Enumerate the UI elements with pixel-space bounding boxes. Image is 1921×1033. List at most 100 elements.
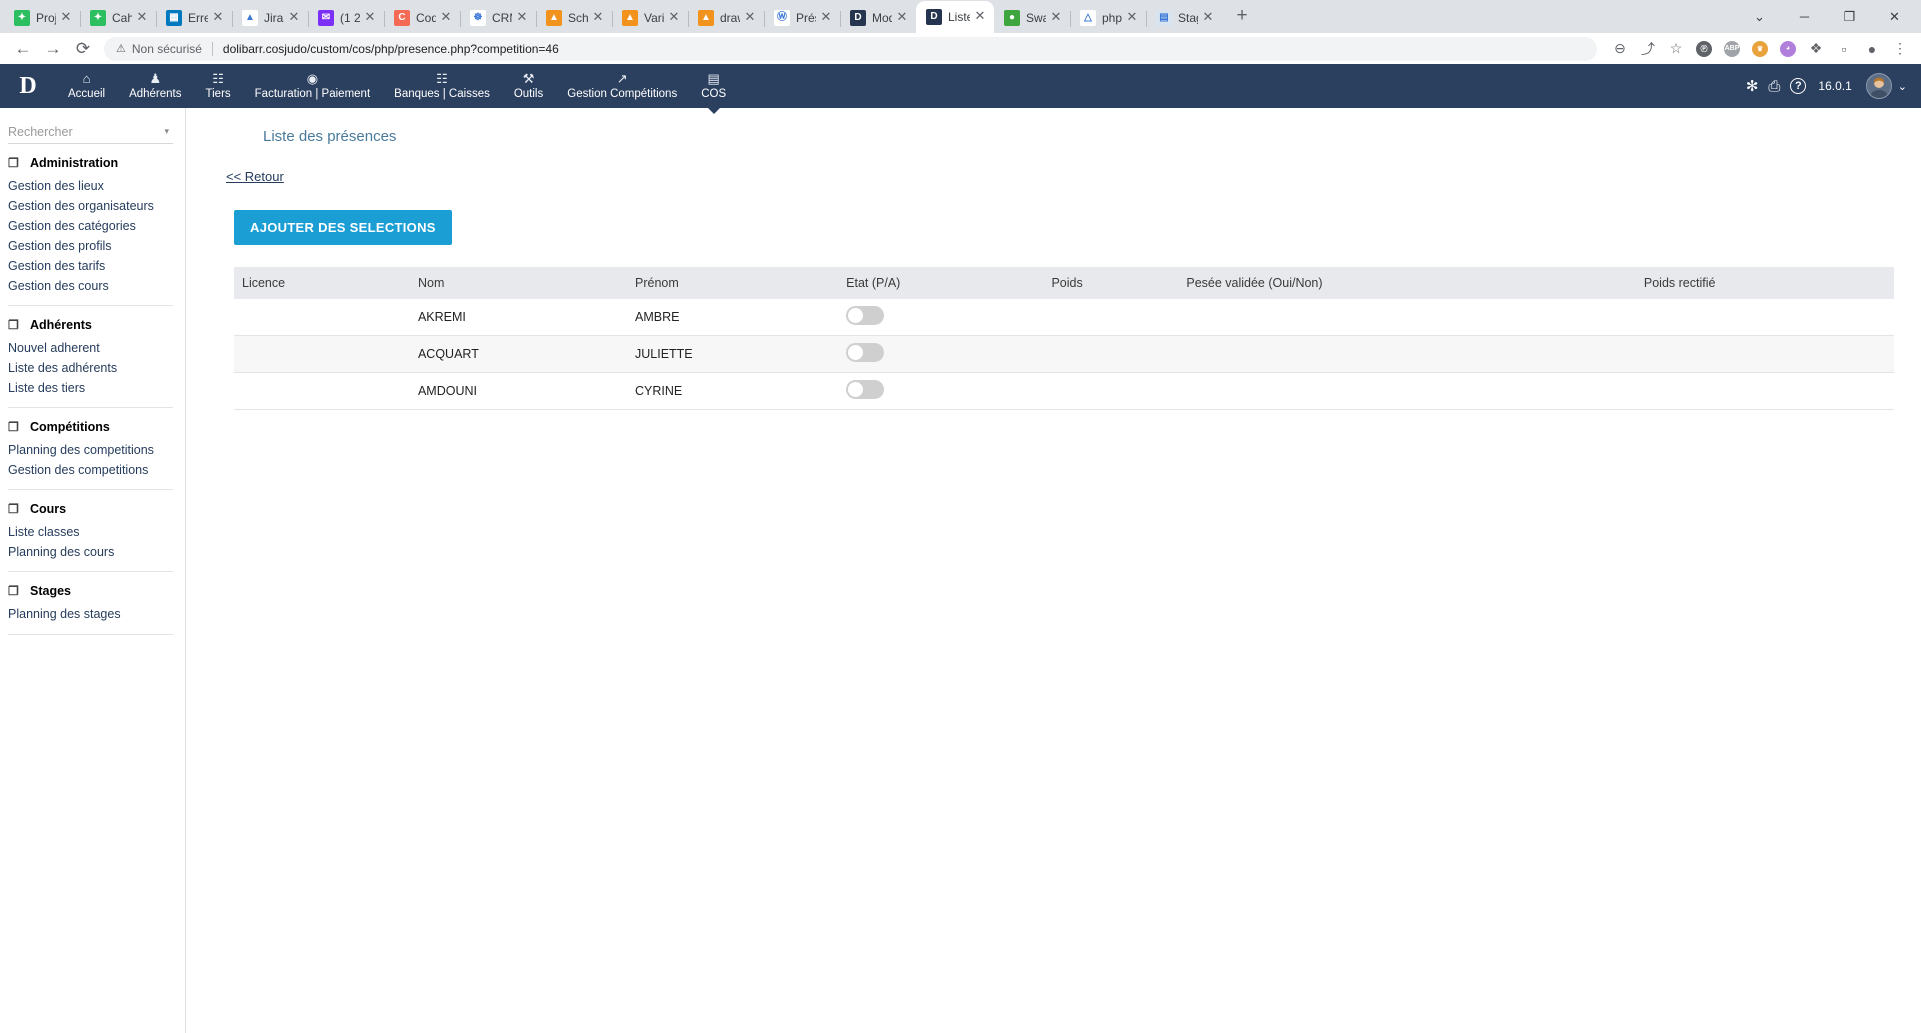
dolibarr-logo-icon[interactable]: D [0,64,56,108]
browser-tab[interactable]: ▲ Variable✕ [612,3,688,33]
close-tab-icon[interactable]: ✕ [818,10,834,26]
browser-tab[interactable]: ▤ Stages✕ [1146,3,1222,33]
browser-tab[interactable]: ▦ Erreur ✕ [156,3,232,33]
adblock-extension-icon[interactable]: ABP [1719,36,1745,62]
sidebar-item-gestion-des-competitions[interactable]: Gestion des competitions [8,460,173,480]
presence-toggle[interactable] [846,380,885,399]
color-extension-icon[interactable]: ◕ [1775,36,1801,62]
topnav-item-facturation-paiement[interactable]: ◉ Facturation | Paiement [243,64,383,108]
search-dropdown-chevron-down-icon[interactable]: ▾ [164,126,173,137]
close-tab-icon[interactable]: ✕ [1124,10,1140,26]
close-tab-icon[interactable]: ✕ [58,10,74,26]
close-tab-icon[interactable]: ✕ [666,10,682,26]
presence-toggle[interactable] [846,306,885,325]
close-tab-icon[interactable]: ✕ [590,10,606,26]
new-tab-button[interactable]: + [1228,3,1256,31]
close-tab-icon[interactable]: ✕ [1200,10,1216,26]
table-header: Licence Nom Prénom Etat (P/A) Poids Pesée val… [234,267,1894,299]
close-tab-icon[interactable]: ✕ [1048,10,1064,26]
sidebar-item-planning-des-competitions[interactable]: Planning des competitions [8,440,173,460]
back-button[interactable]: ← [8,34,38,64]
forward-button[interactable]: → [38,34,68,64]
sidebar-item-liste-des-tiers[interactable]: Liste des tiers [8,378,173,398]
topnav-item-banques-caisses[interactable]: ☷ Banques | Caisses [382,64,502,108]
address-bar[interactable]: ⚠ Non sécurisé dolibarr.cosjudo/custom/c… [104,36,1597,61]
browser-tab[interactable]: ▲ Schéma✕ [536,3,612,33]
topnav-item-outils[interactable]: ⚒ Outils [502,64,555,108]
sidebar-group-header[interactable]: ❐ Administration [8,153,173,176]
close-tab-icon[interactable]: ✕ [286,10,302,26]
presence-toggle[interactable] [846,343,885,362]
minimize-button[interactable]: ─ [1782,0,1827,33]
browser-tab[interactable]: △ php - G✕ [1070,3,1146,33]
close-tab-icon[interactable]: ✕ [514,10,530,26]
chrome-menu-icon[interactable]: ⋮ [1887,36,1913,62]
pinterest-extension-icon[interactable]: Ⓟ [1691,36,1717,62]
maximize-button[interactable]: ❐ [1827,0,1872,33]
close-tab-icon[interactable]: ✕ [894,10,910,26]
presence-table: Licence Nom Prénom Etat (P/A) Poids Pesée val… [234,267,1894,410]
toggle-knob [848,308,864,323]
topnav-item-accueil[interactable]: ⌂ Accueil [56,64,117,108]
sidebar-group-title: Stages [30,584,71,598]
close-tab-icon[interactable]: ✕ [972,9,988,25]
profile-avatar-icon[interactable]: ● [1859,36,1885,62]
browser-tab[interactable]: ▲ draw.io✕ [688,3,764,33]
sidebar-item-gestion-des-profils[interactable]: Gestion des profils [8,236,173,256]
close-tab-icon[interactable]: ✕ [210,10,226,26]
topnav-item-adherents[interactable]: ♟ Adhérents [117,64,193,108]
sidepanel-icon[interactable]: ▫ [1831,36,1857,62]
sidebar-group-header[interactable]: ❐ Adhérents [8,315,173,338]
tab-search-button[interactable]: ⌄ [1737,0,1782,33]
sidebar-item-gestion-des-tarifs[interactable]: Gestion des tarifs [8,256,173,276]
browser-tab[interactable]: Ⓦ Présent✕ [764,3,840,33]
sidebar-item-gestion-des-cours[interactable]: Gestion des cours [8,276,173,296]
share-icon[interactable]: ⤴ [1635,36,1661,62]
user-menu-chevron-down-icon[interactable]: ⌄ [1898,80,1907,93]
user-avatar[interactable] [1865,73,1892,99]
close-window-button[interactable]: ✕ [1872,0,1917,33]
sidebar-search-box[interactable]: Rechercher ▾ [8,120,173,144]
extensions-puzzle-icon[interactable]: ❖ [1803,36,1829,62]
zoom-out-icon[interactable]: ⊖ [1607,36,1633,62]
drawio-icon: ▲ [546,10,562,26]
reload-button[interactable]: ⟳ [68,34,98,64]
sidebar-item-gestion-des-lieux[interactable]: Gestion des lieux [8,176,173,196]
topnav-item-tiers[interactable]: ☷ Tiers [194,64,243,108]
sidebar-item-gestion-des-cat-gories[interactable]: Gestion des catégories [8,216,173,236]
browser-tab[interactable]: C Coda | ✕ [384,3,460,33]
sidebar-group-header[interactable]: ❐ Stages [8,581,173,604]
browser-tab[interactable]: ● Swagge✕ [994,3,1070,33]
browser-tab[interactable]: D Module✕ [840,3,916,33]
honey-extension-icon[interactable]: ♛ [1747,36,1773,62]
add-selections-button[interactable]: AJOUTER DES SELECTIONS [234,210,452,245]
sidebar-item-planning-des-cours[interactable]: Planning des cours [8,542,173,562]
close-tab-icon[interactable]: ✕ [742,10,758,26]
sidebar-item-liste-classes[interactable]: Liste classes [8,522,173,542]
sidebar-group-header[interactable]: ❐ Cours [8,499,173,522]
help-icon[interactable]: ? [1790,78,1807,94]
sidebar-item-gestion-des-organisateurs[interactable]: Gestion des organisateurs [8,196,173,216]
close-tab-icon[interactable]: ✕ [362,10,378,26]
topnav-item-cos[interactable]: ▤ COS [689,64,738,108]
sidebar-item-nouvel-adherent[interactable]: Nouvel adherent [8,338,173,358]
topnav-item-gestion-competitions[interactable]: ↗ Gestion Compétitions [555,64,689,108]
back-link[interactable]: << Retour [226,145,284,184]
browser-tab[interactable]: ▲ Jira | Lo✕ [232,3,308,33]
sidebar-item-liste-des-adh-rents[interactable]: Liste des adhérents [8,358,173,378]
search-input[interactable]: Rechercher [8,125,164,139]
sidebar-item-planning-des-stages[interactable]: Planning des stages [8,604,173,624]
browser-tab[interactable]: ✦ Project✕ [4,3,80,33]
table-cell-licence [234,335,410,373]
bookmark-star-icon[interactable]: ☆ [1663,36,1689,62]
sidebar-group-header[interactable]: ❐ Compétitions [8,417,173,440]
browser-tab[interactable]: ✉ (1 280 ✕ [308,3,384,33]
bug-icon[interactable]: ✻ [1746,77,1759,95]
close-tab-icon[interactable]: ✕ [134,10,150,26]
topnav-facturation-paiement-icon: ◉ [306,70,319,86]
print-icon[interactable]: ⎙ [1768,78,1780,95]
browser-tab[interactable]: D Liste de✕ [916,1,994,33]
browser-tab[interactable]: ☸ CRM C✕ [460,3,536,33]
browser-tab[interactable]: ✦ Cahier ✕ [80,3,156,33]
close-tab-icon[interactable]: ✕ [438,10,454,26]
